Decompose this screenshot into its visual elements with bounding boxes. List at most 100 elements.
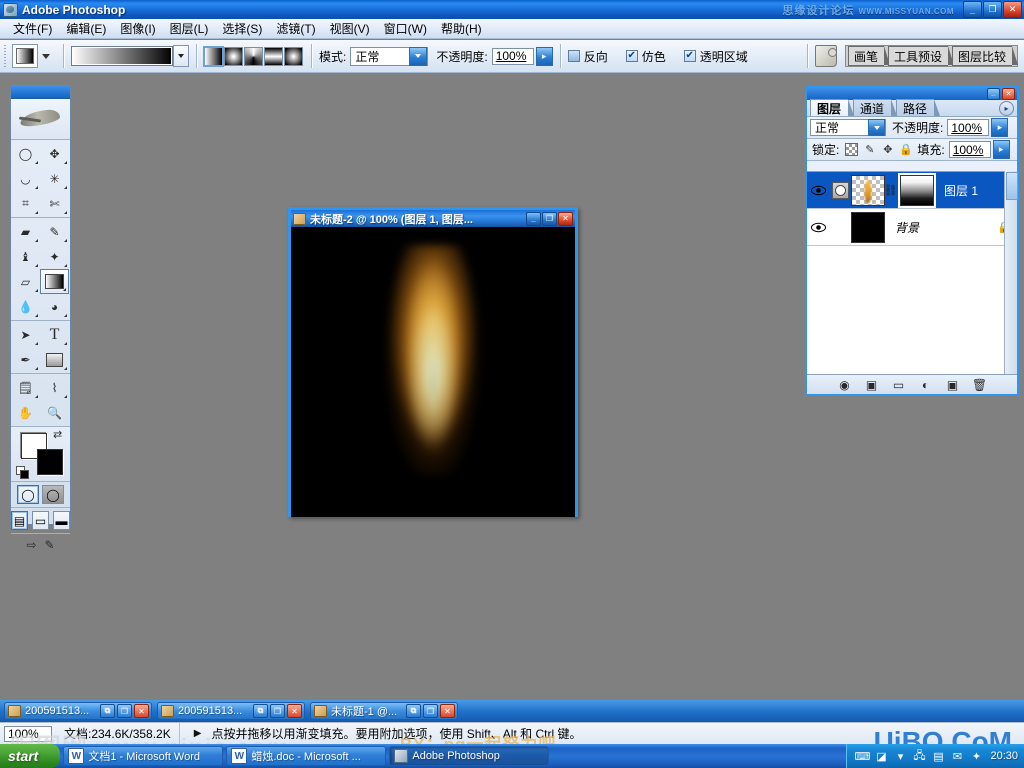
dither-checkbox[interactable]: ✔ bbox=[626, 50, 638, 62]
menu-edit[interactable]: 编辑(E) bbox=[59, 18, 113, 39]
menu-view[interactable]: 视图(V) bbox=[323, 18, 377, 39]
keyboard-icon[interactable]: ⌨ bbox=[855, 749, 869, 763]
move-tool[interactable]: ✥ bbox=[40, 141, 69, 166]
gradient-picker-dropdown[interactable] bbox=[173, 45, 189, 67]
layer-name[interactable]: 图层 1 bbox=[944, 182, 978, 199]
full-screen-mode[interactable]: ▬ bbox=[53, 511, 70, 530]
brush-tool[interactable]: ✎ bbox=[40, 219, 69, 244]
shape-tool[interactable] bbox=[40, 347, 69, 372]
standard-screen-mode[interactable]: ▤ bbox=[11, 511, 28, 530]
menu-help[interactable]: 帮助(H) bbox=[434, 18, 489, 39]
marquee-tool[interactable]: ◯ bbox=[11, 141, 40, 166]
document-titlebar[interactable]: 未标题-2 @ 100% (图层 1, 图层... _ ❐ ✕ bbox=[291, 210, 575, 227]
layer-mask-mode-icon[interactable] bbox=[829, 182, 851, 199]
well-tab-layer-comps[interactable]: 图层比较 bbox=[952, 46, 1012, 66]
new-group-button[interactable]: ▭ bbox=[891, 377, 906, 392]
close-button[interactable]: ✕ bbox=[134, 704, 149, 718]
close-button[interactable]: ✕ bbox=[440, 704, 455, 718]
scrollbar-thumb[interactable] bbox=[1006, 172, 1018, 200]
layer-name[interactable]: 背景 bbox=[895, 219, 919, 236]
close-button[interactable]: ✕ bbox=[1003, 1, 1022, 18]
adjustment-layer-button[interactable]: ◐ bbox=[918, 377, 933, 392]
tab-channels[interactable]: 通道 bbox=[853, 99, 891, 116]
full-screen-with-menu-mode[interactable]: ▭ bbox=[32, 511, 49, 530]
maximize-button[interactable]: ❐ bbox=[423, 704, 438, 718]
lasso-tool[interactable]: ◡ bbox=[11, 166, 40, 191]
note-icon[interactable]: ▤ bbox=[931, 749, 945, 763]
tab-paths[interactable]: 路径 bbox=[896, 99, 934, 116]
hand-tool[interactable]: ✋ bbox=[11, 400, 40, 425]
maximize-button[interactable]: ❐ bbox=[117, 704, 132, 718]
menu-layer[interactable]: 图层(L) bbox=[163, 18, 216, 39]
chevron-down-icon[interactable] bbox=[42, 54, 50, 59]
lock-position-icon[interactable]: ✥ bbox=[881, 143, 894, 156]
chevron-icon[interactable]: ▾ bbox=[893, 749, 907, 763]
new-layer-button[interactable]: ▣ bbox=[945, 377, 960, 392]
document-button-3[interactable]: 未标题-1 @... ⧉ ❐ ✕ bbox=[310, 702, 458, 720]
gradient-tool-preset-icon[interactable] bbox=[12, 44, 38, 68]
layer-mask-thumbnail[interactable] bbox=[900, 175, 934, 206]
dither-checkbox-row[interactable]: ✔ 仿色 bbox=[626, 48, 670, 65]
clone-stamp-tool[interactable]: ♝ bbox=[11, 244, 40, 269]
start-button[interactable]: start bbox=[0, 744, 60, 768]
document-minimize-button[interactable]: _ bbox=[526, 212, 541, 226]
lock-transparency-icon[interactable] bbox=[845, 143, 858, 156]
document-button-1[interactable]: 200591513... ⧉ ❐ ✕ bbox=[4, 702, 152, 720]
layer-thumbnail[interactable] bbox=[851, 212, 885, 243]
healing-brush-tool[interactable]: ▰ bbox=[11, 219, 40, 244]
default-colors-icon[interactable] bbox=[16, 466, 28, 478]
restore-button[interactable]: ⧉ bbox=[253, 704, 268, 718]
options-bar-gripper[interactable] bbox=[2, 43, 9, 69]
layer-thumbnail[interactable] bbox=[851, 175, 885, 206]
blend-mode-select[interactable]: 正常 bbox=[350, 47, 428, 66]
table-row[interactable]: ⛓ 图层 1 bbox=[807, 172, 1017, 209]
toolbox-titlebar[interactable] bbox=[11, 86, 70, 99]
layer-visibility-toggle[interactable] bbox=[807, 185, 829, 196]
dock-palette-icon[interactable] bbox=[815, 45, 837, 67]
clock[interactable]: 20:30 bbox=[990, 750, 1018, 762]
palette-menu-arrow-icon[interactable]: ▸ bbox=[999, 101, 1014, 116]
restore-button[interactable]: ⧉ bbox=[406, 704, 421, 718]
layer-blend-mode-select[interactable]: 正常 bbox=[810, 119, 886, 136]
zoom-tool[interactable]: 🔍 bbox=[40, 400, 69, 425]
blur-tool[interactable]: 💧 bbox=[11, 294, 40, 319]
palette-close-button[interactable]: ✕ bbox=[1002, 88, 1015, 100]
well-tab-brushes[interactable]: 画笔 bbox=[848, 46, 884, 66]
delete-layer-button[interactable]: 🗑 bbox=[972, 377, 987, 392]
maximize-button[interactable]: ❐ bbox=[983, 1, 1002, 18]
menu-file[interactable]: 文件(F) bbox=[6, 18, 59, 39]
linear-gradient-button[interactable] bbox=[204, 47, 223, 66]
messenger-icon[interactable]: ✉ bbox=[950, 749, 964, 763]
path-selection-tool[interactable]: ➤ bbox=[11, 322, 40, 347]
jump-to-illustrator-icon[interactable]: ✎ bbox=[45, 538, 55, 552]
menu-image[interactable]: 图像(I) bbox=[113, 18, 162, 39]
chevron-down-icon[interactable] bbox=[409, 47, 427, 66]
palette-minimize-button[interactable]: _ bbox=[987, 88, 1000, 100]
gradient-tool[interactable] bbox=[40, 269, 69, 294]
virus-icon[interactable]: ✦ bbox=[969, 749, 983, 763]
lock-image-pixels-icon[interactable]: ✎ bbox=[863, 143, 876, 156]
link-icon[interactable]: ⛓ bbox=[887, 183, 894, 198]
add-layer-mask-button[interactable]: ▣ bbox=[864, 377, 879, 392]
opacity-slider-button[interactable]: ▸ bbox=[536, 47, 553, 66]
crop-tool[interactable]: ⌗ bbox=[11, 191, 40, 216]
slice-tool[interactable]: ✄ bbox=[40, 191, 69, 216]
document-window[interactable]: 未标题-2 @ 100% (图层 1, 图层... _ ❐ ✕ bbox=[288, 207, 578, 517]
dodge-tool[interactable]: ◕ bbox=[40, 294, 69, 319]
notes-tool[interactable]: 🗒 bbox=[11, 375, 40, 400]
maximize-button[interactable]: ❐ bbox=[270, 704, 285, 718]
eyedropper-tool[interactable]: ⌇ bbox=[40, 375, 69, 400]
canvas[interactable] bbox=[291, 227, 575, 517]
volume-icon[interactable]: ◪ bbox=[874, 749, 888, 763]
taskbar-item-word1[interactable]: W 文档1 - Microsoft Word bbox=[63, 746, 223, 766]
jump-to-imageready-icon[interactable]: ⇨ bbox=[26, 538, 36, 552]
eraser-tool[interactable]: ▱ bbox=[11, 269, 40, 294]
reverse-checkbox-row[interactable]: 反向 bbox=[568, 48, 612, 65]
close-button[interactable]: ✕ bbox=[287, 704, 302, 718]
network-icon[interactable]: 🖧 bbox=[912, 749, 926, 763]
quick-mask-mode[interactable]: ◯ bbox=[42, 485, 64, 504]
swap-colors-icon[interactable]: ⇄ bbox=[53, 430, 64, 441]
transparency-checkbox[interactable]: ✔ bbox=[684, 50, 696, 62]
reverse-checkbox[interactable] bbox=[568, 50, 580, 62]
pen-tool[interactable]: ✒ bbox=[11, 347, 40, 372]
